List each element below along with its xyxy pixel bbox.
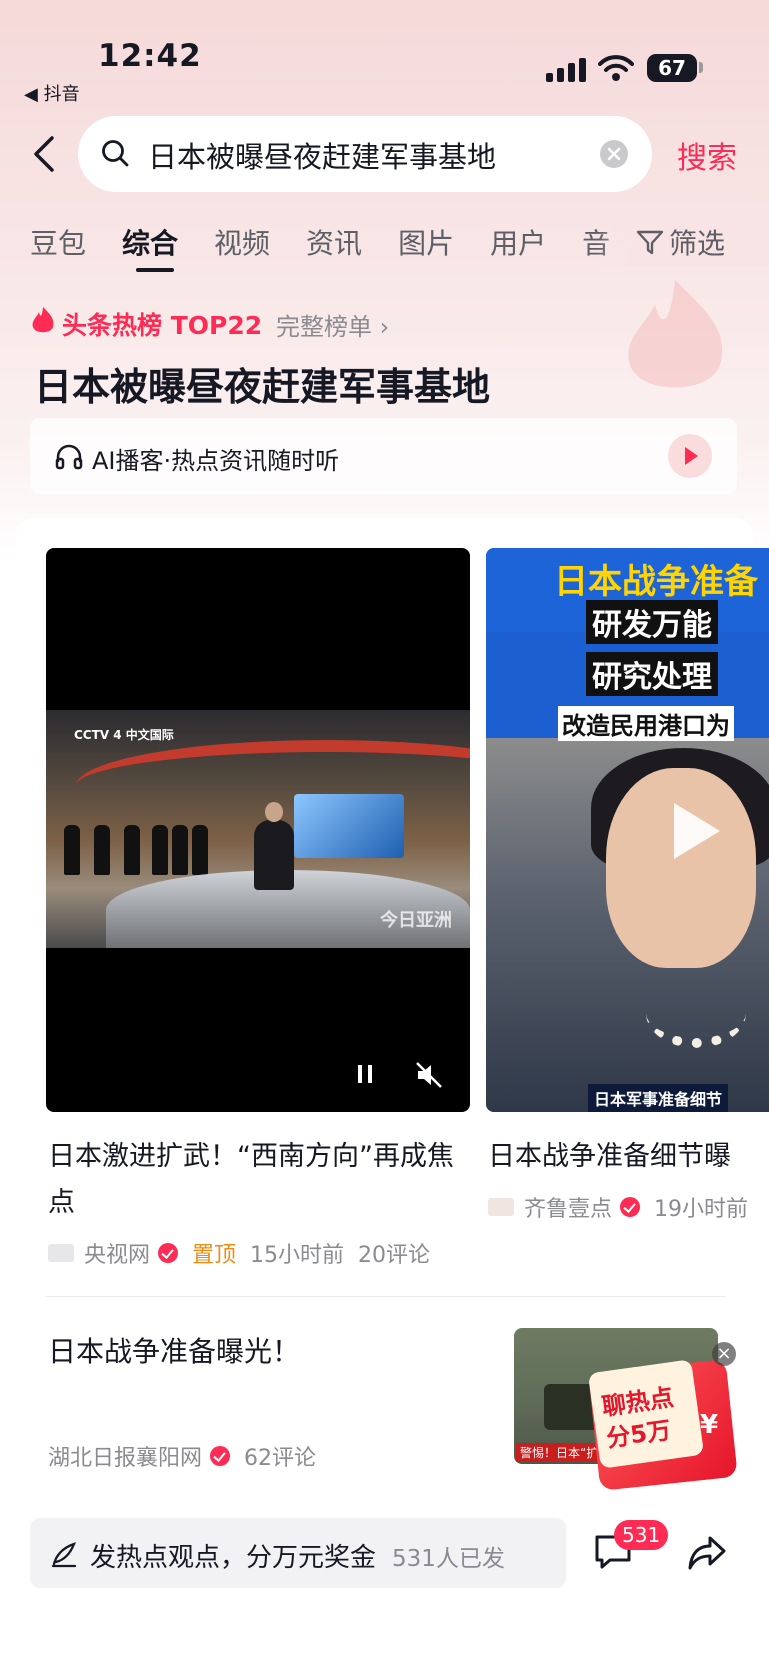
tab-users[interactable]: 用户 xyxy=(490,222,546,262)
studio-person xyxy=(192,825,208,875)
search-icon xyxy=(102,140,129,167)
hot-topic-title: 日本被曝昼夜赶建军事基地 xyxy=(34,365,491,409)
tab-video[interactable]: 视频 xyxy=(214,222,270,262)
pinned-label: 置顶 xyxy=(192,1243,237,1268)
battery-tip xyxy=(699,62,703,73)
video-meta-2: 齐鲁壹点 19小时前 xyxy=(488,1191,748,1223)
program-watermark: 今日亚洲 xyxy=(380,910,452,931)
article-meta: 湖北日报襄阳网 62评论 xyxy=(48,1440,316,1472)
yen-icon: ¥ xyxy=(700,1410,719,1440)
publish-time: 15小时前 xyxy=(250,1243,345,1268)
source-logo-icon xyxy=(488,1198,514,1216)
comment-count: 20评论 xyxy=(358,1243,431,1268)
reward-text: 聊热点 分5万 xyxy=(600,1381,680,1454)
article-title[interactable]: 日本战争准备曝光！ xyxy=(48,1330,300,1370)
studio-screen xyxy=(294,794,404,858)
news-anchor xyxy=(254,802,294,890)
pause-icon[interactable] xyxy=(356,1063,374,1085)
studio-person xyxy=(124,825,140,875)
filter-button[interactable]: 筛选 xyxy=(635,222,725,262)
video-player-1[interactable]: CCTV 4 中文国际 今日亚洲 xyxy=(46,548,470,1112)
clear-search-icon[interactable] xyxy=(600,140,628,168)
comment-count-badge: 531 xyxy=(614,1520,669,1550)
battery-indicator: 67 xyxy=(647,54,697,82)
verified-icon xyxy=(620,1197,641,1217)
search-button[interactable]: 搜索 xyxy=(677,133,737,177)
thumbnail-subline: 研究处理 xyxy=(586,652,718,696)
studio-person xyxy=(64,825,80,875)
studio-person xyxy=(152,825,168,875)
active-tab-indicator xyxy=(136,268,174,272)
hot-take-prompt: 发热点观点，分万元奖金 xyxy=(90,1543,377,1573)
channel-logo: CCTV 4 中文国际 xyxy=(74,728,174,742)
podcast-play-icon[interactable] xyxy=(668,434,712,478)
news-studio-frame: CCTV 4 中文国际 今日亚洲 xyxy=(46,710,470,948)
participants-count: 531人已发 xyxy=(392,1546,505,1572)
status-time: 12:42 xyxy=(98,38,202,74)
tab-news[interactable]: 资讯 xyxy=(306,222,362,262)
headphones-icon xyxy=(55,444,83,470)
back-chevron-icon[interactable] xyxy=(30,134,58,174)
thumbnail-subline: 改造民用港口为 xyxy=(558,706,734,741)
cctv-logo-icon xyxy=(48,1244,74,1262)
source-name[interactable]: 央视网 xyxy=(84,1237,150,1269)
play-icon[interactable] xyxy=(674,803,720,859)
thumbnail-caption: 日本军事准备细节 xyxy=(588,1084,729,1112)
thumbnail-caption: 警惕！日本“扩 xyxy=(516,1443,603,1462)
share-icon[interactable] xyxy=(686,1534,728,1572)
source-name[interactable]: 齐鲁壹点 xyxy=(524,1191,612,1223)
wifi-icon xyxy=(598,55,634,81)
publish-time: 19小时前 xyxy=(654,1197,749,1222)
mute-icon[interactable] xyxy=(414,1060,444,1090)
video-title-1[interactable]: 日本激进扩武！“西南方向”再成焦点 xyxy=(48,1134,476,1226)
divider xyxy=(46,1296,726,1297)
close-promo-icon[interactable]: × xyxy=(712,1342,736,1366)
video-meta-1: 央视网 置顶 15小时前 20评论 xyxy=(48,1237,430,1269)
comment-count: 62评论 xyxy=(244,1446,317,1471)
cellular-signal-icon xyxy=(546,58,588,82)
thumbnail-photo: 日本军事准备细节 xyxy=(486,738,769,1112)
filter-label: 筛选 xyxy=(669,227,726,260)
verified-icon xyxy=(210,1446,231,1466)
tab-images[interactable]: 图片 xyxy=(398,222,454,262)
full-ranking-label: 完整榜单 xyxy=(276,313,372,341)
chevron-right-icon: › xyxy=(379,313,390,341)
pen-icon xyxy=(51,1542,77,1568)
search-tabs: 豆包 综合 视频 资讯 图片 用户 音 xyxy=(30,222,646,262)
tab-comprehensive[interactable]: 综合 xyxy=(122,222,178,262)
tab-doubao[interactable]: 豆包 xyxy=(30,222,86,262)
pearl-necklace xyxy=(646,978,746,1048)
thumbnail-headline: 日本战争准备 xyxy=(554,562,758,602)
ai-podcast-label: AI播客·热点资讯随时听 xyxy=(92,447,340,475)
video-title-2[interactable]: 日本战争准备细节曝 xyxy=(488,1134,731,1180)
person-face xyxy=(606,768,756,968)
source-name[interactable]: 湖北日报襄阳网 xyxy=(48,1440,202,1472)
thumbnail-subline: 研发万能 xyxy=(586,600,718,644)
search-input[interactable]: 日本被曝昼夜赶建军事基地 xyxy=(148,134,496,176)
verified-icon xyxy=(158,1243,179,1263)
back-to-app-link[interactable]: ◀ 抖音 xyxy=(24,80,80,106)
video-thumbnail-2[interactable]: 日本战争准备 研发万能 研究处理 日本军事准备细节 改造民用港口为 xyxy=(486,548,769,1112)
studio-person xyxy=(94,825,110,875)
flame-icon xyxy=(32,307,54,333)
filter-icon xyxy=(636,230,664,255)
studio-person xyxy=(172,825,188,875)
hot-list-badge: 头条热榜 TOP22 xyxy=(62,311,263,340)
full-ranking-link[interactable]: 完整榜单 › xyxy=(276,307,389,342)
flame-decoration-icon xyxy=(628,280,723,388)
